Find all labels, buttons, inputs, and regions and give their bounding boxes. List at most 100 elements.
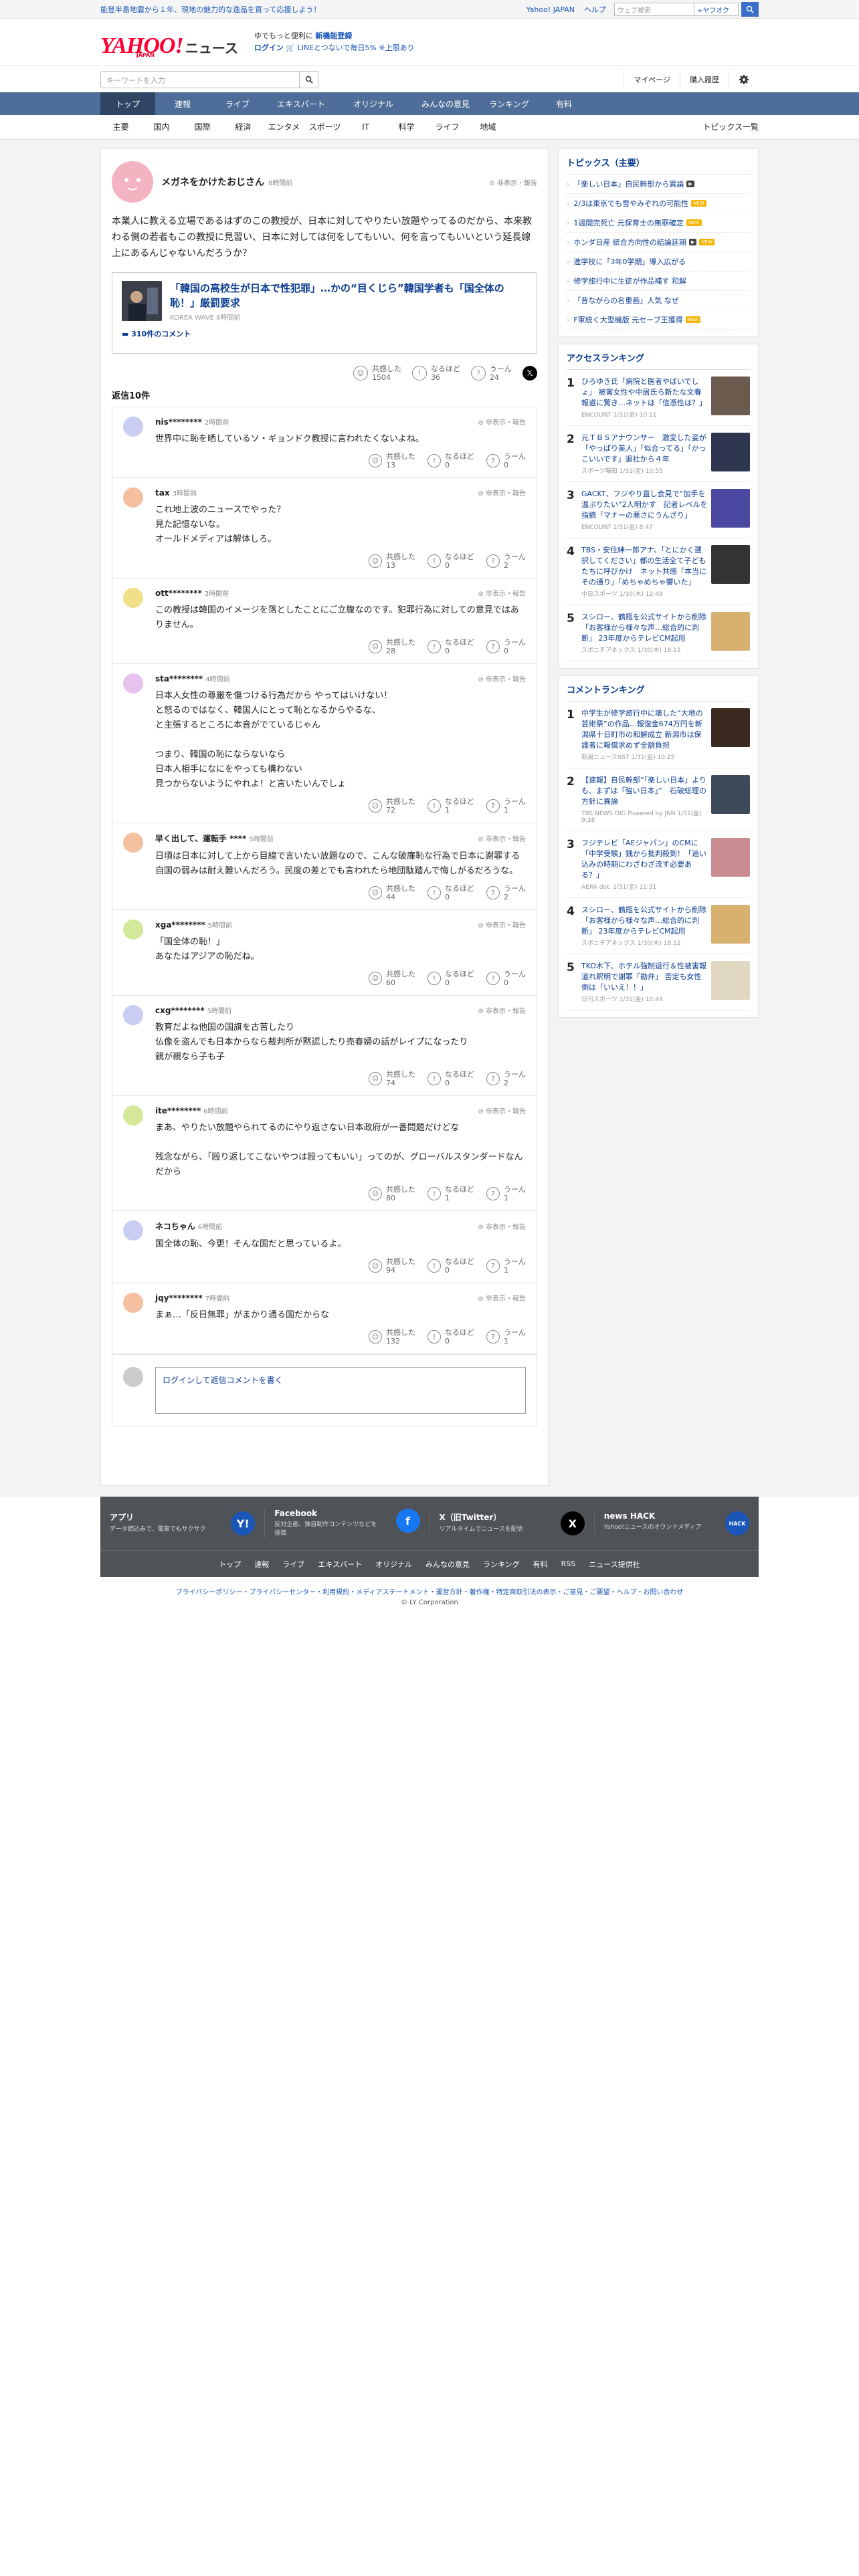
category-tab-5[interactable]: スポーツ xyxy=(304,121,345,132)
nav-tab-3[interactable]: エキスパート xyxy=(265,92,337,115)
topics-list-link[interactable]: トピックス一覧 xyxy=(702,121,759,132)
reply-author[interactable]: xga******** xyxy=(155,920,205,930)
yahoo-news-logo[interactable]: YAHOO! JAPAN ニュース xyxy=(100,25,238,59)
topic-item[interactable]: 進学校に「3年0学期」導入広がる xyxy=(567,252,750,272)
category-tab-8[interactable]: ライフ xyxy=(427,121,468,132)
rank-title[interactable]: 中学生が修学旅行中に壊した“大地の芸術祭”の作品…報復金674万円を新潟県十日町… xyxy=(581,708,708,751)
category-tab-3[interactable]: 経済 xyxy=(223,121,264,132)
rank-title[interactable]: スシロー、鶴瓶を公式サイトから削除 「お客様から様々な声…総合的に判断」 23年… xyxy=(581,905,708,937)
nav-tab-7[interactable]: 有料 xyxy=(537,92,591,115)
legal-links[interactable]: プライバシーポリシー・プライバシーセンター・利用規約・メディアステートメント・運… xyxy=(0,1577,859,1599)
nav-tab-6[interactable]: ランキング xyxy=(482,92,537,115)
reply-author[interactable]: sta******** xyxy=(155,674,203,683)
hmm-button[interactable]: ? うーん 0 xyxy=(486,452,526,469)
hmm-button[interactable]: ? うーん 0 xyxy=(486,970,526,987)
rank-title[interactable]: スシロー、鶴瓶を公式サイトから削除 「お客様から様々な声…総合的に判断」 23年… xyxy=(581,612,708,644)
rank-title[interactable]: 【速報】自民幹部“「楽しい日本」よりも、まずは「強い日本」” 石破総理の方針に異… xyxy=(581,775,708,807)
nav-tab-0[interactable]: トップ xyxy=(100,92,155,115)
category-tab-7[interactable]: 科学 xyxy=(386,121,427,132)
category-tab-1[interactable]: 国内 xyxy=(141,121,182,132)
footer-nav-link[interactable]: みんなの意見 xyxy=(425,1559,470,1570)
hmm-button[interactable]: ? うーん 2 xyxy=(486,552,526,570)
footer-promo-1[interactable]: Facebook 反対企画、独自制作コンテンツなどを投稿 f xyxy=(264,1509,429,1538)
footer-promo-3[interactable]: news HACK Yahoo!ニュースのオウンドメディア HACK xyxy=(593,1511,759,1535)
reply-author[interactable]: cxg******** xyxy=(155,1006,205,1015)
topic-item[interactable]: 修学旅行中に生徒が作品補す 和解 xyxy=(567,272,750,291)
login-link[interactable]: ログイン xyxy=(163,1376,195,1385)
reply-author[interactable]: ネコちゃん xyxy=(155,1220,195,1232)
insightful-button[interactable]: ! なるほど 0 xyxy=(427,1328,474,1346)
insightful-button[interactable]: ! なるほど 0 xyxy=(427,884,474,901)
settings-button[interactable] xyxy=(729,71,759,88)
category-tab-4[interactable]: エンタメ xyxy=(264,121,304,132)
ranking-item[interactable]: 5 スシロー、鶴瓶を公式サイトから削除 「お客様から様々な声…総合的に判断」 2… xyxy=(567,605,750,661)
article-title[interactable]: 「韓国の高校生が日本で性犯罪」…かの“目くじら”韓国学者も「国全体の恥！」厳罰要… xyxy=(170,281,527,310)
hide-report-link[interactable]: ⊘ 非表示・報告 xyxy=(478,488,526,498)
insightful-button[interactable]: ! なるほど 0 xyxy=(427,970,474,987)
agree-button[interactable]: ☺ 共感した 80 xyxy=(369,1185,415,1202)
footer-nav-link[interactable]: 有料 xyxy=(533,1559,548,1570)
footer-nav-link[interactable]: オリジナル xyxy=(375,1559,412,1570)
insightful-button[interactable]: ! なるほど 0 xyxy=(427,1257,474,1275)
rank-title[interactable]: 元ＴＢＳアナウンサー 激変した姿が「やっぱり美人」「似合ってる」「かっこいいです… xyxy=(581,433,708,465)
nav-tab-1[interactable]: 速報 xyxy=(155,92,210,115)
ranking-item[interactable]: 1 中学生が修学旅行中に壊した“大地の芸術祭”の作品…報復金674万円を新潟県十… xyxy=(567,702,750,768)
hmm-button[interactable]: ? うーん 1 xyxy=(486,1185,526,1202)
ranking-item[interactable]: 2 【速報】自民幹部“「楽しい日本」よりも、まずは「強い日本」” 石破総理の方針… xyxy=(567,768,750,831)
hmm-button[interactable]: ? うーん 2 xyxy=(486,884,526,901)
ranking-item[interactable]: 4 TBS・安住紳一郎アナ、「とにかく選択してください」都の生活全て子どもたちに… xyxy=(567,538,750,605)
help-link[interactable]: ヘルプ xyxy=(584,4,606,15)
article-comment-count[interactable]: ▬ 310件のコメント xyxy=(122,328,527,339)
hide-report-link[interactable]: ⊘ 非表示・報告 xyxy=(478,920,526,930)
rank-title[interactable]: GACKT、フジやり直し会見で“加手を温ぶりたい”2人明かす 記者レベルを指摘「… xyxy=(581,489,708,521)
hide-report-link[interactable]: ⊘ 非表示・報告 xyxy=(478,1221,526,1231)
reply-author[interactable]: nis******** xyxy=(155,417,202,427)
register-link[interactable]: 新機能登録 xyxy=(315,31,352,40)
reply-author[interactable]: jqy******** xyxy=(155,1293,203,1303)
agree-button[interactable]: ☺ 共感した 13 xyxy=(369,552,415,570)
topic-item[interactable]: ホンダ日産 統合方向性の結論延期▶NEW xyxy=(567,233,750,252)
web-search-button[interactable] xyxy=(741,2,759,17)
share-x-button[interactable]: 𝕏 xyxy=(522,366,537,381)
reply-author[interactable]: 早く出して、運転手 **** xyxy=(155,833,246,844)
ranking-item[interactable]: 3 フジテレビ「AEジャパン」のCMに「中学受験」銭から批判殺到！「追い込みの時… xyxy=(567,831,750,898)
hmm-button[interactable]: ? うーん 2 xyxy=(486,1070,526,1087)
footer-nav-link[interactable]: エキスパート xyxy=(318,1559,362,1570)
reply-input[interactable]: ログインして返信コメントを書く xyxy=(155,1367,526,1414)
web-search-input[interactable]: ウェブ検索 xyxy=(614,3,694,16)
footer-nav-link[interactable]: ニュース提供社 xyxy=(589,1559,640,1570)
reply-author[interactable]: tax xyxy=(155,488,170,498)
agree-button[interactable]: ☺ 共感した 60 xyxy=(369,970,415,987)
hide-report-link[interactable]: ⊘ 非表示・報告 xyxy=(478,588,526,598)
hmm-button[interactable]: ? うーん 1 xyxy=(486,1257,526,1275)
insightful-button[interactable]: ! なるほど 0 xyxy=(427,1070,474,1087)
topic-item[interactable]: 「楽しい日本」自民幹部から異論▶ xyxy=(567,175,750,194)
ranking-item[interactable]: 5 TKO木下、ホテル強制退行＆性被害報道れ釈明で謝罪「勘弁」 否定も女性側は「… xyxy=(567,954,750,1010)
nav-tab-4[interactable]: オリジナル xyxy=(337,92,409,115)
footer-promo-2[interactable]: X（旧Twitter） リアルタイムでニュースを配信 X xyxy=(429,1511,594,1535)
hide-report-link[interactable]: ⊘ 非表示・報告 xyxy=(478,417,526,427)
footer-nav-link[interactable]: RSS xyxy=(561,1560,576,1568)
reply-author[interactable]: ott******** xyxy=(155,588,202,598)
agree-button[interactable]: ☺ 共感した 132 xyxy=(369,1328,415,1346)
login-link[interactable]: ログイン xyxy=(254,43,284,52)
topic-item[interactable]: 2/3は東京でも雪やみぞれの可能性NEW xyxy=(567,194,750,213)
nav-tab-2[interactable]: ライブ xyxy=(210,92,265,115)
agree-button[interactable]: ☺ 共感した 13 xyxy=(369,452,415,469)
promo-link[interactable]: 能登半島地震から１年、現地の魅力的な逸品を買って応援しよう！ xyxy=(100,4,526,15)
news-search-input[interactable]: キーワードを入力 xyxy=(100,71,300,88)
hide-report-link[interactable]: ⊘ 非表示・報告 xyxy=(478,1005,526,1015)
purchase-history-link[interactable]: 購入履歴 xyxy=(680,71,729,88)
hide-report-link[interactable]: ⊘ 非表示・報告 xyxy=(478,673,526,683)
search-scope[interactable]: +ヤフオク xyxy=(694,3,739,16)
category-tab-6[interactable]: IT xyxy=(345,122,386,132)
agree-button[interactable]: ☺ 共感した 1504 xyxy=(353,364,401,382)
news-search-button[interactable] xyxy=(300,71,318,88)
hide-report-link[interactable]: ⊘ 非表示・報告 xyxy=(478,1105,526,1115)
comment-author[interactable]: メガネをかけたおじさん xyxy=(161,175,264,189)
topic-item[interactable]: F軍統く大型機版 元セーブ王獲得NEW xyxy=(567,310,750,330)
topic-item[interactable]: 1週間完死亡 元保育士の無罪確定NEW xyxy=(567,213,750,233)
hide-report-link[interactable]: ⊘ 非表示・報告 xyxy=(478,833,526,843)
topic-item[interactable]: 「昔ながらの名重画」人気 なぜ xyxy=(567,291,750,310)
agree-button[interactable]: ☺ 共感した 44 xyxy=(369,884,415,901)
